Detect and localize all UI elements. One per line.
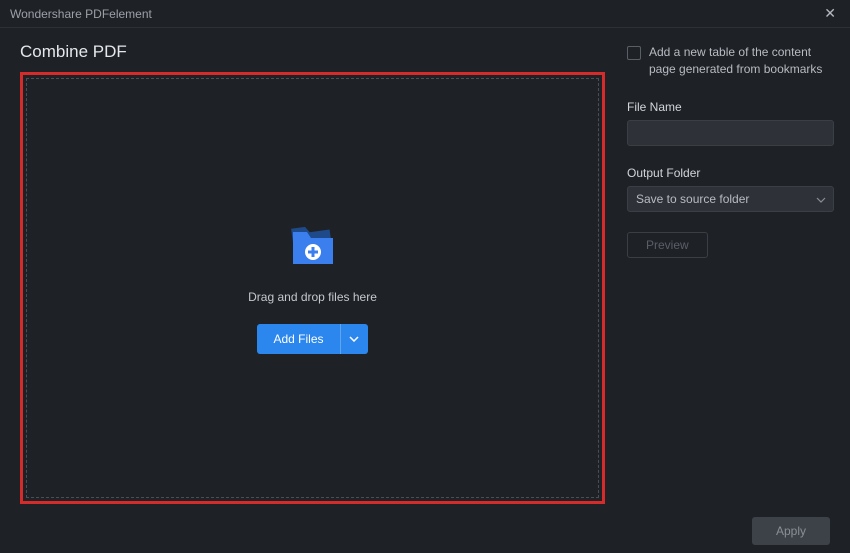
add-files-button[interactable]: Add Files [257,324,339,354]
highlight-annotation: Drag and drop files here Add Files [20,72,605,504]
add-files-dropdown-button[interactable] [340,324,368,354]
drop-zone-text: Drag and drop files here [248,290,377,304]
content-area: Combine PDF Drag and drop files here Add… [0,28,850,509]
output-folder-label: Output Folder [627,166,834,180]
chevron-down-icon [349,336,359,342]
folder-plus-icon [285,222,341,270]
app-title: Wondershare PDFelement [10,7,152,21]
apply-button[interactable]: Apply [752,517,830,545]
output-folder-select-wrap: Save to source folder [627,186,834,212]
main-panel: Combine PDF Drag and drop files here Add… [0,28,615,509]
footer: Apply [0,509,850,553]
drop-zone[interactable]: Drag and drop files here Add Files [26,78,599,498]
add-files-group: Add Files [257,324,367,354]
close-icon[interactable]: ✕ [820,5,840,22]
toc-checkbox-label: Add a new table of the content page gene… [649,44,834,78]
titlebar: Wondershare PDFelement ✕ [0,0,850,28]
file-name-input[interactable] [627,120,834,146]
file-name-label: File Name [627,100,834,114]
toc-checkbox-row: Add a new table of the content page gene… [627,44,834,78]
preview-button[interactable]: Preview [627,232,708,258]
output-folder-select[interactable]: Save to source folder [627,186,834,212]
toc-checkbox[interactable] [627,46,641,60]
page-title: Combine PDF [20,42,605,62]
sidebar: Add a new table of the content page gene… [615,28,850,509]
